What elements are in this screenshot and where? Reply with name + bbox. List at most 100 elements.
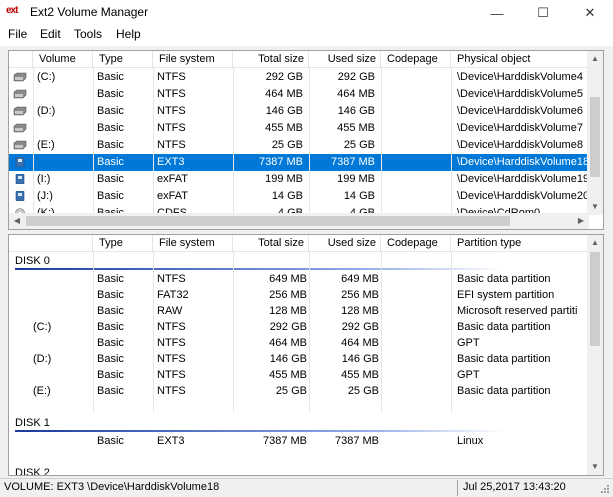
vertical-scroll-thumb[interactable] — [590, 97, 600, 177]
partition-cell-volume — [33, 287, 89, 303]
volume-cell-volume — [37, 120, 93, 137]
column-header-blank[interactable] — [9, 235, 93, 252]
minimize-button[interactable]: — — [474, 0, 520, 26]
menu-help[interactable]: Help — [116, 27, 141, 41]
partition-row[interactable]: Basic NTFS 649 MB 649 MB Basic data partitio… — [9, 271, 589, 287]
volume-cell-volume: (I:) — [37, 173, 51, 185]
hard-drive-icon — [13, 106, 27, 116]
menu-edit[interactable]: Edit — [40, 27, 61, 41]
disk-group-label[interactable]: DISK 2 — [15, 465, 575, 475]
disk-group-label[interactable]: DISK 0 — [15, 253, 575, 269]
column-header-codepage[interactable]: Codepage — [381, 51, 451, 68]
scroll-down-arrow-icon[interactable]: ▼ — [587, 199, 603, 215]
volume-cell-codepage — [385, 120, 451, 137]
column-header-volume[interactable]: Volume — [33, 51, 93, 68]
partition-cell-ptype: Basic data partition — [457, 353, 551, 365]
partition-row[interactable]: (E:) Basic NTFS 25 GB 25 GB Basic data partit… — [9, 383, 589, 399]
column-header-total-size[interactable]: Total size — [233, 51, 309, 68]
partition-cell-type: Basic — [97, 305, 124, 317]
resize-grip-icon[interactable] — [598, 484, 610, 496]
volume-row[interactable]: Basic NTFS 464 MB 464 MB \Device\HarddiskVol… — [9, 86, 589, 103]
vertical-scroll-thumb[interactable] — [590, 252, 600, 346]
column-header-total-size[interactable]: Total size — [233, 235, 309, 252]
volume-cell-fs: exFAT — [157, 190, 188, 202]
partition-row[interactable]: Basic FAT32 256 MB 256 MB EFI system partiti… — [9, 287, 589, 303]
column-header-used-size[interactable]: Used size — [309, 51, 381, 68]
scroll-down-arrow-icon[interactable]: ▼ — [587, 459, 603, 475]
partition-cell-ptype: Linux — [457, 435, 484, 447]
column-divider — [153, 68, 154, 214]
partition-cell-type: Basic — [97, 337, 124, 349]
window-title: Ext2 Volume Manager — [30, 5, 149, 19]
partition-cell-type: Basic — [97, 369, 124, 381]
partition-cell-volume: (E:) — [33, 385, 51, 397]
volume-row[interactable]: (I:) Basic exFAT 199 MB 199 MB \Device\Harddi… — [9, 171, 589, 188]
column-header-type[interactable]: Type — [93, 235, 153, 252]
volume-row[interactable]: Basic NTFS 455 MB 455 MB \Device\HarddiskVol… — [9, 120, 589, 137]
volume-cell-volume: (J:) — [37, 190, 53, 202]
partition-cell-codepage — [385, 351, 451, 367]
partition-cell-fs: NTFS — [157, 385, 186, 397]
partition-row[interactable]: (D:) Basic NTFS 146 GB 146 GB Basic data part… — [9, 351, 589, 367]
column-header-file-system[interactable]: File system — [153, 235, 233, 252]
volume-row[interactable]: (J:) Basic exFAT 14 GB 14 GB \Device\Harddisk… — [9, 188, 589, 205]
disk-group-label[interactable]: DISK 1 — [15, 415, 575, 431]
column-divider — [309, 68, 310, 214]
volume-cell-codepage — [385, 69, 451, 86]
volume-list-vertical-scrollbar[interactable]: ▲ ▼ — [587, 51, 603, 215]
column-divider — [233, 252, 234, 412]
hard-drive-icon — [13, 123, 27, 133]
partition-row[interactable]: Basic NTFS 464 MB 464 MB GPT — [9, 335, 589, 351]
volume-cell-total: 199 MB — [265, 173, 303, 185]
column-header-file-system[interactable]: File system — [153, 51, 233, 68]
partition-cell-used: 128 MB — [341, 305, 379, 317]
column-header-type[interactable]: Type — [93, 51, 153, 68]
volume-list-horizontal-scrollbar[interactable]: ◀ ▶ — [9, 213, 589, 229]
partition-cell-volume: (D:) — [33, 353, 52, 365]
volume-cell-volume: (D:) — [37, 105, 56, 117]
disk-list[interactable]: Type File system Total size Used size Co… — [8, 234, 604, 476]
partition-row[interactable]: Basic NTFS 455 MB 455 MB GPT — [9, 367, 589, 383]
menu-file[interactable]: File — [8, 27, 27, 41]
column-header-physical-object[interactable]: Physical object — [451, 51, 589, 68]
maximize-button[interactable]: ☐ — [520, 0, 566, 26]
volume-row[interactable]: (D:) Basic NTFS 146 GB 146 GB \Device\Harddis… — [9, 103, 589, 120]
volume-cell-codepage — [385, 86, 451, 103]
column-header-partition-type[interactable]: Partition type — [451, 235, 589, 252]
volume-row[interactable]: Basic EXT3 7387 MB 7387 MB \Device\HarddiskV… — [9, 154, 589, 171]
partition-row[interactable]: Basic EXT3 7387 MB 7387 MB Linux — [9, 433, 589, 449]
partition-cell-fs: NTFS — [157, 369, 186, 381]
disk-list-vertical-scrollbar[interactable]: ▲ ▼ — [587, 235, 603, 475]
volume-cell-used: 292 GB — [337, 71, 375, 83]
column-header-used-size[interactable]: Used size — [309, 235, 381, 252]
menu-tools[interactable]: Tools — [74, 27, 102, 41]
volume-cell-type: Basic — [97, 156, 124, 168]
volume-cell-fs: NTFS — [157, 71, 186, 83]
volume-cell-used: 455 MB — [337, 122, 375, 134]
partition-cell-ptype: EFI system partition — [457, 289, 555, 301]
status-timestamp: Jul 25,2017 13:43:20 — [463, 481, 566, 493]
volume-cell-total: 25 GB — [271, 139, 303, 151]
partition-row[interactable]: Basic RAW 128 MB 128 MB Microsoft reserved p… — [9, 303, 589, 319]
usb-drive-icon — [15, 191, 25, 201]
column-header-codepage[interactable]: Codepage — [381, 235, 451, 252]
close-button[interactable]: ✕ — [567, 0, 613, 26]
volume-cell-type: Basic — [97, 173, 124, 185]
horizontal-scroll-thumb[interactable] — [26, 216, 510, 226]
partition-cell-ptype: Microsoft reserved partiti — [457, 305, 578, 317]
volume-cell-total: 464 MB — [265, 88, 303, 100]
scroll-left-arrow-icon[interactable]: ◀ — [9, 213, 25, 229]
scroll-up-arrow-icon[interactable]: ▲ — [587, 235, 603, 251]
partition-cell-codepage — [385, 271, 451, 287]
scroll-up-arrow-icon[interactable]: ▲ — [587, 51, 603, 67]
icon-column-header[interactable] — [9, 51, 33, 68]
partition-cell-total: 7387 MB — [262, 435, 307, 447]
partition-row[interactable]: (C:) Basic NTFS 292 GB 292 GB Basic data part… — [9, 319, 589, 335]
hard-drive-icon — [13, 140, 27, 150]
volume-row[interactable]: (E:) Basic NTFS 25 GB 25 GB \Device\HarddiskV… — [9, 137, 589, 154]
volume-list[interactable]: Volume Type File system Total size Used … — [8, 50, 604, 230]
volume-row[interactable]: (C:) Basic NTFS 292 GB 292 GB \Device\Harddis… — [9, 69, 589, 86]
scroll-right-arrow-icon[interactable]: ▶ — [573, 213, 589, 229]
partition-cell-total: 25 GB — [275, 385, 307, 397]
volume-cell-type: Basic — [97, 139, 124, 151]
